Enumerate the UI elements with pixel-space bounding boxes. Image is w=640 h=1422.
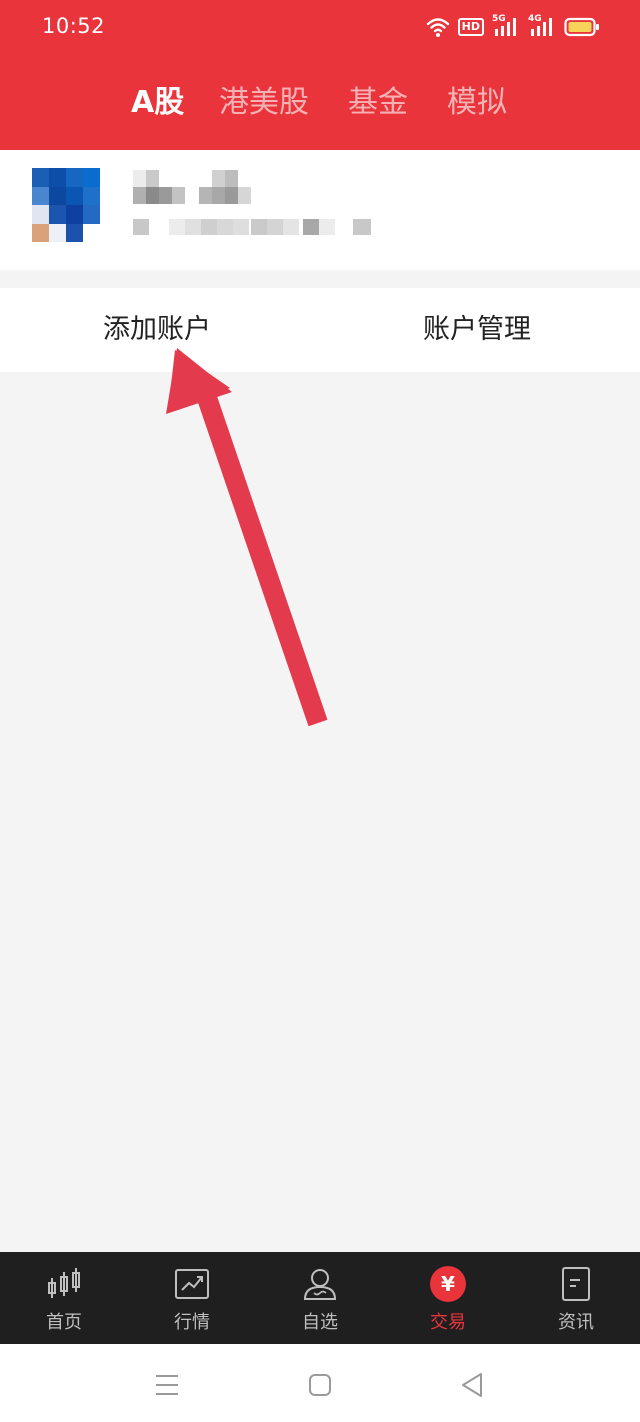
yuan-icon: ¥ — [430, 1266, 466, 1302]
status-bar: 10:52 HD 5G 4G — [0, 0, 640, 58]
tab-home-label: 首页 — [46, 1312, 82, 1333]
user-icon — [303, 1269, 337, 1300]
account-id-blurred — [133, 217, 373, 241]
candlestick-icon — [48, 1268, 80, 1298]
tab-news-label: 资讯 — [558, 1312, 594, 1333]
back-icon[interactable] — [457, 1370, 487, 1400]
tab-market-label: 行情 — [174, 1312, 210, 1333]
avatar — [32, 168, 100, 242]
hd-icon: HD — [457, 18, 484, 36]
market-tabs: A股 港美股 基金 模拟 — [0, 78, 640, 128]
signal-5g-icon: 5G — [492, 14, 520, 38]
account-actions: 添加账户 账户管理 — [0, 288, 640, 372]
bottom-tab-bar: 首页 行情 自选 ¥ 交易 资讯 — [0, 1252, 640, 1344]
tab-trade-label: 交易 — [430, 1312, 466, 1333]
wifi-icon — [426, 18, 449, 37]
account-name-blurred — [133, 170, 251, 204]
home-icon[interactable] — [305, 1370, 335, 1400]
status-time: 10:52 — [42, 14, 106, 38]
account-card[interactable] — [0, 150, 640, 270]
menu-icon[interactable] — [152, 1370, 182, 1400]
tab-hk-us-stocks[interactable]: 港美股 — [219, 78, 309, 128]
app-header: 10:52 HD 5G 4G A股 港美股 基金 模拟 — [0, 0, 640, 150]
account-management-button[interactable]: 账户管理 — [423, 288, 531, 372]
add-account-button[interactable]: 添加账户 — [103, 288, 211, 372]
trend-chart-icon — [175, 1269, 209, 1299]
status-icons: HD 5G 4G — [426, 14, 600, 38]
tab-a-shares[interactable]: A股 — [131, 78, 184, 128]
battery-icon — [564, 17, 599, 37]
tab-trade[interactable]: ¥ 交易 — [384, 1252, 512, 1344]
signal-4g-icon: 4G — [528, 14, 556, 38]
tab-funds[interactable]: 基金 — [348, 78, 408, 128]
system-navigation-bar — [0, 1344, 640, 1422]
tab-market[interactable]: 行情 — [128, 1252, 256, 1344]
tab-home[interactable]: 首页 — [0, 1252, 128, 1344]
tab-news[interactable]: 资讯 — [512, 1252, 640, 1344]
tab-watchlist[interactable]: 自选 — [256, 1252, 384, 1344]
tab-simulation[interactable]: 模拟 — [447, 78, 507, 128]
tab-watchlist-label: 自选 — [302, 1312, 338, 1333]
document-icon — [562, 1267, 590, 1301]
